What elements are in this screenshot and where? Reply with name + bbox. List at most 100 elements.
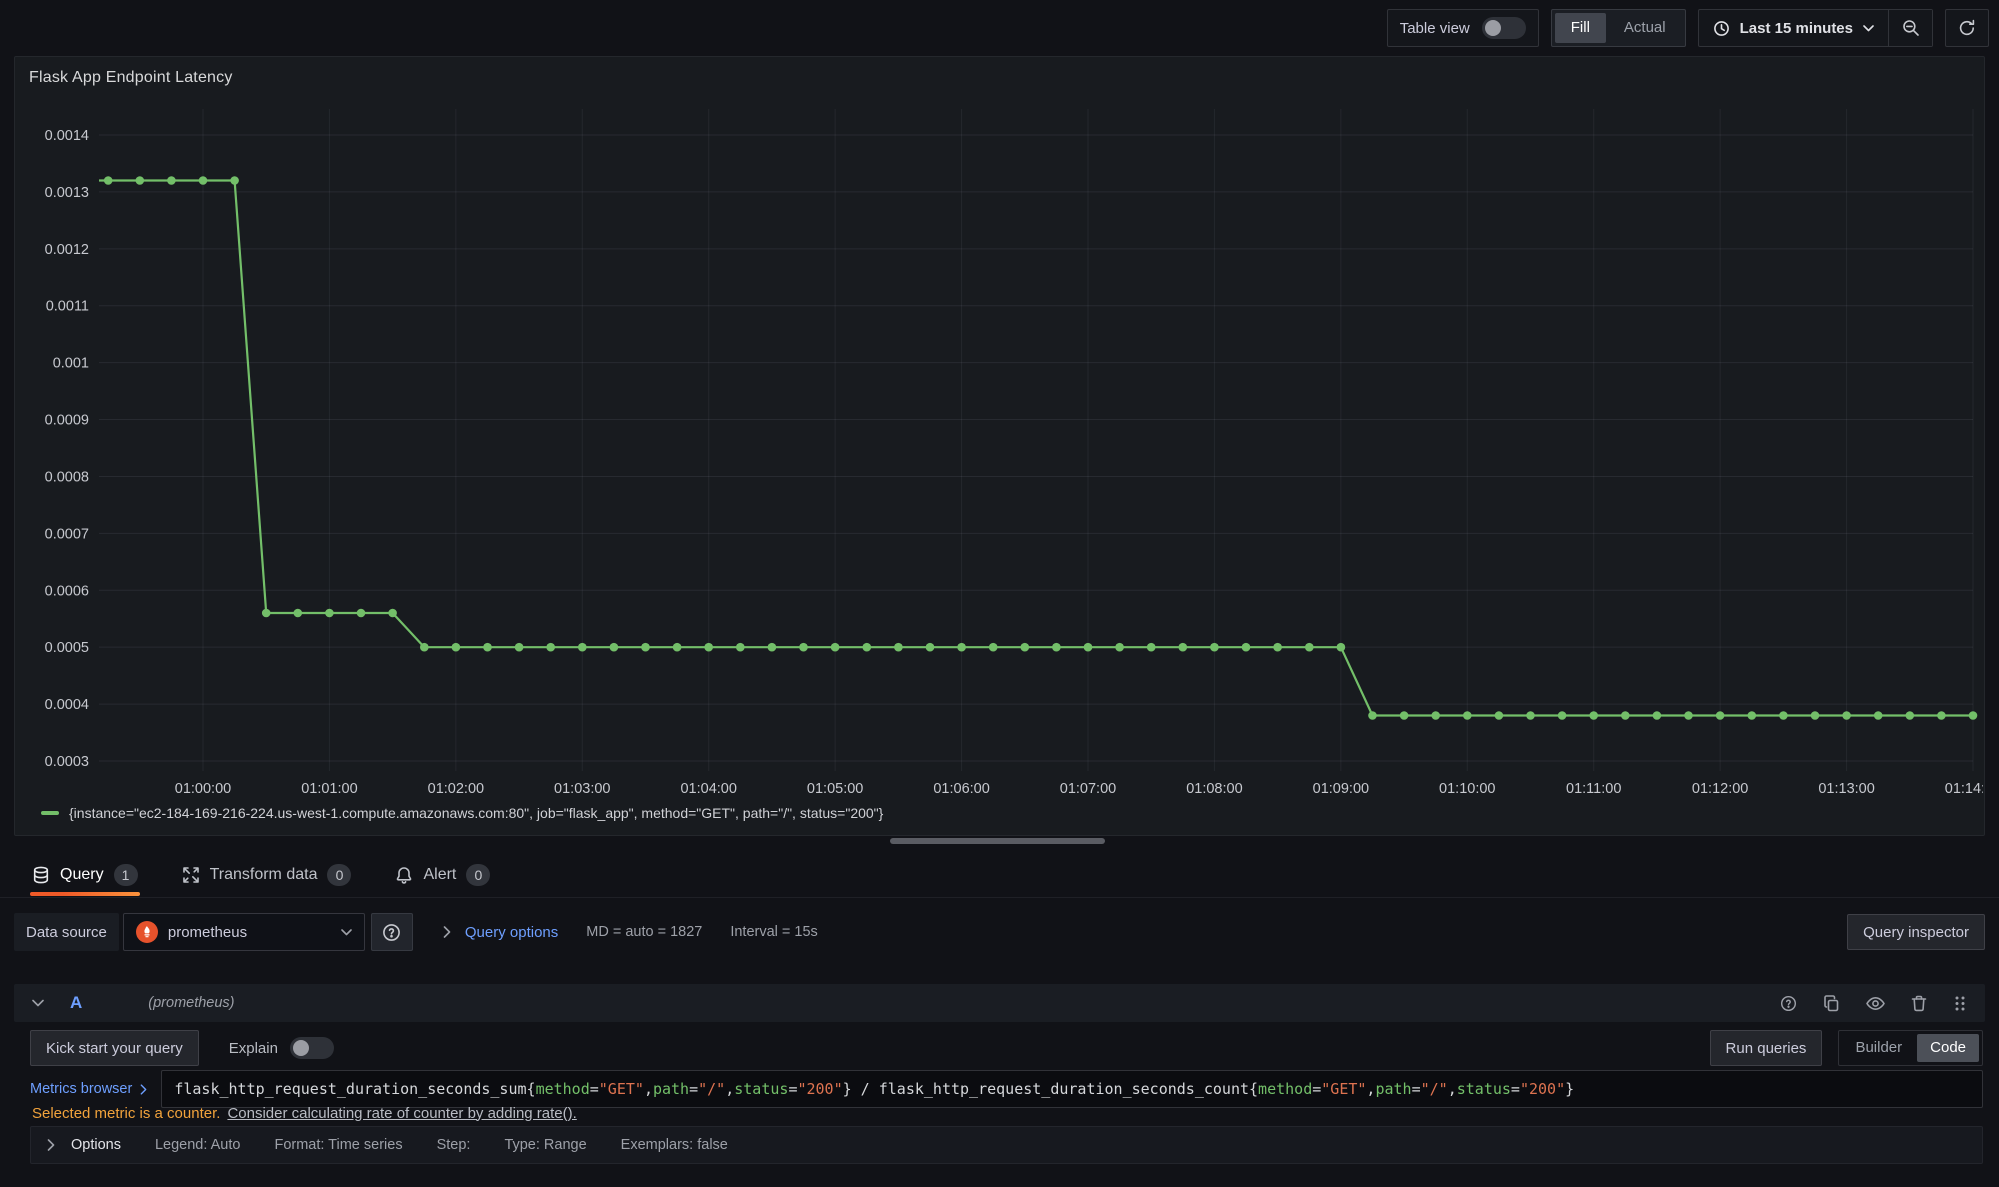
interval-value: Interval = 15s — [730, 924, 817, 940]
query-datasource-hint: (prometheus) — [148, 995, 234, 1011]
svg-text:0.0004: 0.0004 — [45, 697, 89, 713]
help-circle-icon — [1780, 995, 1797, 1012]
database-icon — [32, 866, 50, 884]
svg-text:0.0011: 0.0011 — [46, 299, 89, 315]
query-options-collapsed[interactable]: Options Legend: Auto Format: Time series… — [30, 1126, 1983, 1164]
tabs-divider — [0, 897, 1999, 898]
duplicate-query-button[interactable] — [1823, 995, 1840, 1012]
datasource-select[interactable]: prometheus — [123, 913, 365, 951]
chevron-down-icon — [1863, 25, 1874, 32]
toggle-knob — [293, 1040, 309, 1056]
svg-text:01:02:00: 01:02:00 — [428, 781, 484, 797]
option-exemplars: Exemplars: false — [621, 1137, 728, 1153]
svg-text:01:07:00: 01:07:00 — [1060, 781, 1116, 797]
svg-text:01:13:00: 01:13:00 — [1818, 781, 1874, 797]
time-range-label: Last 15 minutes — [1740, 20, 1853, 37]
tab-query[interactable]: Query 1 — [30, 854, 140, 896]
tab-count-badge: 0 — [466, 864, 490, 886]
actual-button[interactable]: Actual — [1608, 13, 1682, 43]
refresh-button[interactable] — [1945, 9, 1989, 47]
table-view-toggle[interactable] — [1482, 17, 1526, 39]
query-editor-code: flask_http_request_duration_seconds_sum{… — [174, 1080, 1574, 1098]
legend-series-label: {instance="ec2-184-169-216-224.us-west-1… — [69, 805, 883, 821]
query-row-actions — [1780, 995, 1967, 1012]
clock-icon — [1713, 20, 1730, 37]
query-options-label: Query options — [465, 924, 558, 941]
disable-query-button[interactable] — [1866, 996, 1885, 1011]
explain-label: Explain — [229, 1040, 278, 1057]
bell-icon — [395, 866, 413, 884]
option-format: Format: Time series — [274, 1137, 402, 1153]
svg-text:01:01:00: 01:01:00 — [301, 781, 357, 797]
datasource-row: Data source prometheus Query options MD … — [14, 912, 1985, 952]
query-options-toggle[interactable]: Query options — [443, 924, 558, 941]
fill-button[interactable]: Fill — [1555, 13, 1606, 43]
chevron-down-icon — [341, 929, 352, 936]
tab-count-badge: 0 — [327, 864, 351, 886]
time-range-picker[interactable]: Last 15 minutes — [1699, 10, 1888, 46]
time-controls: Last 15 minutes — [1698, 9, 1933, 47]
warning-rate-link[interactable]: Consider calculating rate of counter by … — [227, 1105, 576, 1122]
query-help-button[interactable] — [1780, 995, 1797, 1012]
code-button[interactable]: Code — [1917, 1034, 1979, 1062]
max-data-points-value: MD = auto = 1827 — [586, 924, 702, 940]
query-ref-id[interactable]: A — [70, 993, 82, 1013]
query-row-header[interactable]: A (prometheus) — [14, 984, 1985, 1022]
svg-text:01:06:00: 01:06:00 — [933, 781, 989, 797]
help-circle-icon — [382, 923, 401, 942]
option-step: Step: — [437, 1137, 471, 1153]
tab-count-badge: 1 — [114, 864, 138, 886]
datasource-label: Data source — [14, 913, 119, 951]
datasource-help-button[interactable] — [371, 913, 413, 951]
legend-series-dash — [41, 811, 59, 815]
svg-text:0.0003: 0.0003 — [45, 754, 89, 770]
remove-query-button[interactable] — [1911, 995, 1927, 1012]
svg-text:0.0013: 0.0013 — [45, 185, 89, 201]
builder-code-switch: Builder Code — [1838, 1030, 1983, 1066]
chevron-down-icon — [32, 999, 44, 1007]
query-collapse-chevron[interactable] — [32, 999, 44, 1007]
builder-button[interactable]: Builder — [1842, 1034, 1915, 1062]
svg-text:01:11:00: 01:11:00 — [1566, 781, 1621, 797]
drag-handle-icon — [1953, 995, 1967, 1012]
tab-label: Query — [60, 866, 104, 884]
svg-text:01:04:00: 01:04:00 — [680, 781, 736, 797]
chevron-right-icon — [140, 1084, 147, 1095]
tab-label: Alert — [423, 866, 456, 884]
explain-toggle[interactable] — [290, 1037, 334, 1059]
svg-text:01:08:00: 01:08:00 — [1186, 781, 1242, 797]
eye-icon — [1866, 996, 1885, 1011]
run-queries-button[interactable]: Run queries — [1710, 1030, 1823, 1066]
latency-chart[interactable]: 0.00030.00040.00050.00060.00070.00080.00… — [33, 103, 1983, 803]
toggle-knob — [1485, 20, 1501, 36]
metrics-browser-button[interactable]: Metrics browser — [30, 1081, 161, 1097]
copy-icon — [1823, 995, 1840, 1012]
option-legend: Legend: Auto — [155, 1137, 240, 1153]
edit-pane-tabs: Query 1 Transform data 0 Alert 0 — [30, 854, 492, 896]
table-view-control: Table view — [1387, 9, 1539, 47]
prometheus-icon — [136, 921, 158, 943]
zoom-out-button[interactable] — [1888, 10, 1932, 46]
svg-text:0.0012: 0.0012 — [45, 242, 89, 258]
svg-text:0.0005: 0.0005 — [45, 640, 89, 656]
option-type: Type: Range — [504, 1137, 586, 1153]
table-view-label: Table view — [1400, 20, 1470, 37]
svg-text:01:05:00: 01:05:00 — [807, 781, 863, 797]
svg-text:01:14:00: 01:14:00 — [1945, 781, 1983, 797]
panel-toolbar: Table view Fill Actual Last 15 minutes — [1387, 8, 1989, 48]
panel-title: Flask App Endpoint Latency — [29, 69, 233, 87]
legend-item[interactable]: {instance="ec2-184-169-216-224.us-west-1… — [41, 805, 883, 821]
tab-transform-data[interactable]: Transform data 0 — [180, 854, 354, 896]
options-toggle[interactable]: Options — [47, 1137, 121, 1153]
svg-text:01:00:00: 01:00:00 — [175, 781, 231, 797]
scrollbar-handle[interactable] — [890, 838, 1105, 844]
tab-alert[interactable]: Alert 0 — [393, 854, 492, 896]
explain-control: Explain — [229, 1037, 334, 1059]
drag-query-handle[interactable] — [1953, 995, 1967, 1012]
counter-warning: Selected metric is a counter. Consider c… — [32, 1102, 577, 1124]
metrics-browser-label: Metrics browser — [30, 1081, 132, 1097]
svg-text:01:12:00: 01:12:00 — [1692, 781, 1748, 797]
magnifier-minus-icon — [1902, 19, 1920, 37]
query-inspector-button[interactable]: Query inspector — [1847, 914, 1985, 950]
kick-start-button[interactable]: Kick start your query — [30, 1030, 199, 1066]
